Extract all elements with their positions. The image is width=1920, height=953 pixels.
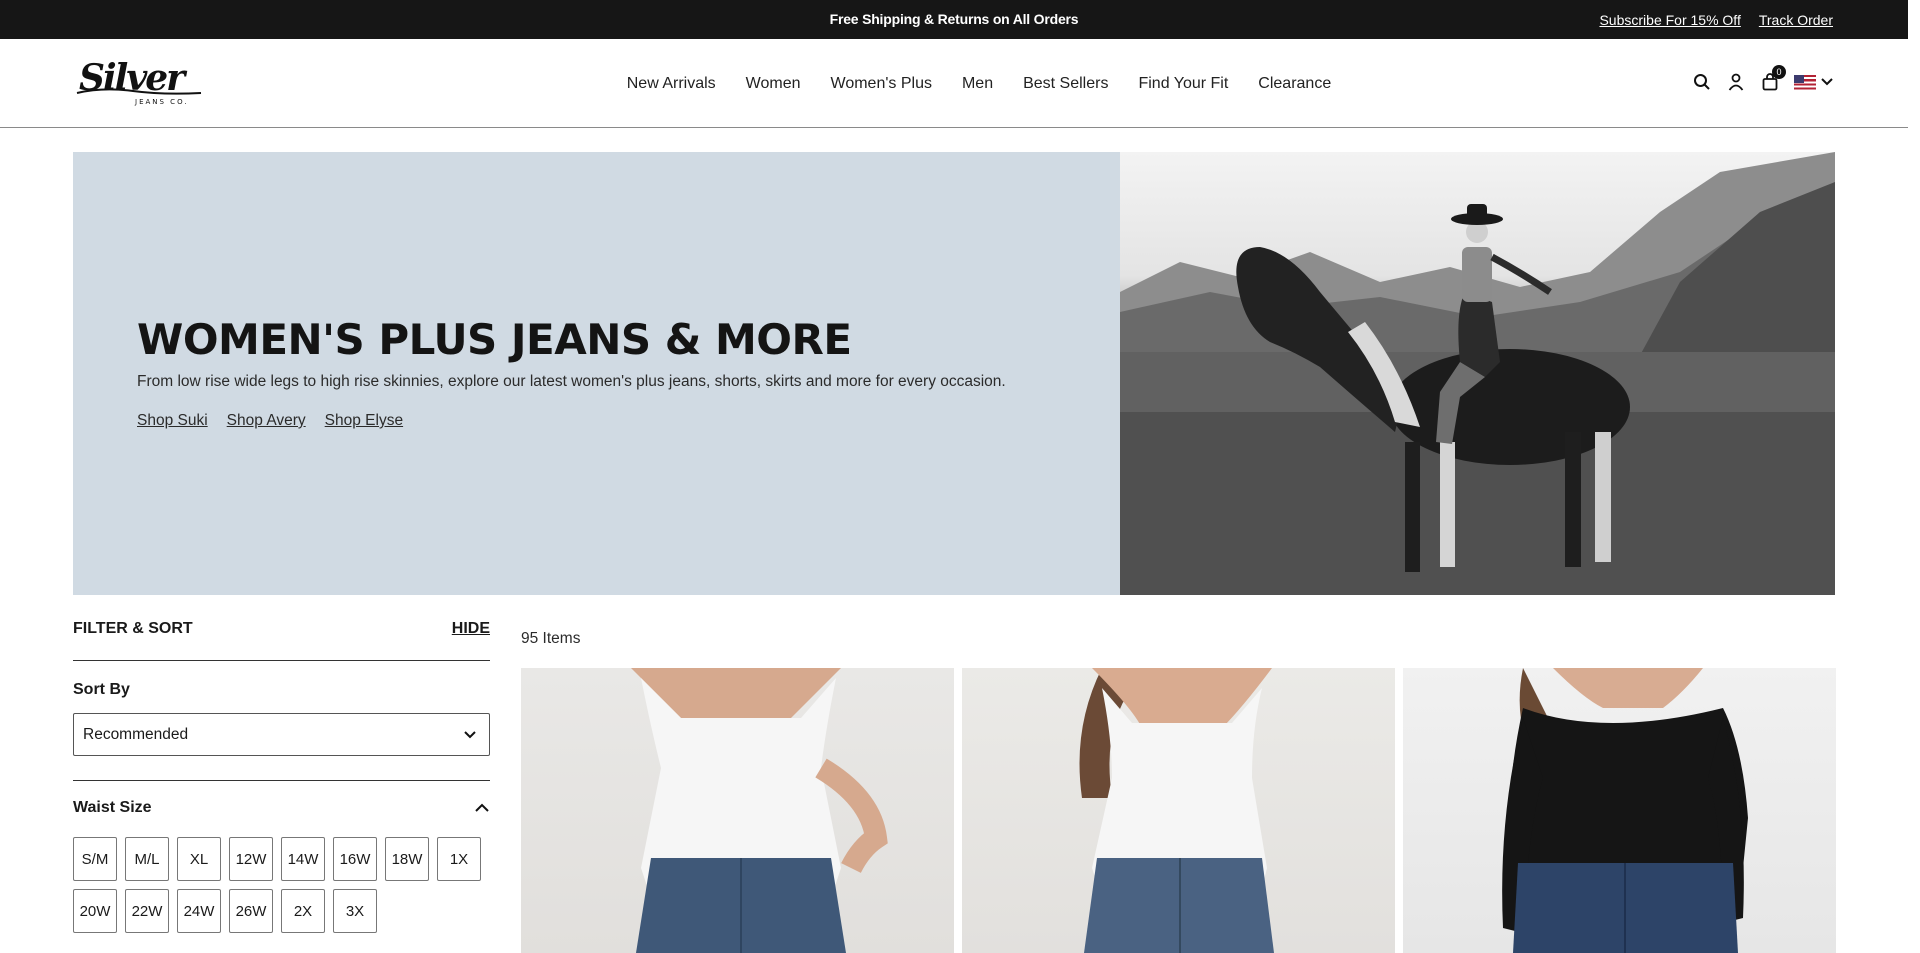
announcement-bar: Free Shipping & Returns on All Orders Su… [0, 0, 1908, 39]
nav-find-your-fit[interactable]: Find Your Fit [1138, 75, 1228, 93]
hero-links: Shop Suki Shop Avery Shop Elyse [137, 412, 403, 430]
waist-size-label: Waist Size [73, 799, 152, 816]
nav-new-arrivals[interactable]: New Arrivals [627, 75, 716, 93]
product-image-black-cowl-top-jeans [1502, 668, 1748, 953]
hero-title: WOMEN'S PLUS JEANS & MORE [137, 315, 852, 364]
size-option[interactable]: XL [177, 837, 221, 881]
subscribe-link[interactable]: Subscribe For 15% Off [1599, 12, 1740, 28]
country-selector[interactable] [1794, 74, 1834, 90]
utility-links: Subscribe For 15% Off Track Order [1599, 12, 1833, 28]
waist-size-header[interactable]: Waist Size [73, 799, 490, 817]
cart-count-badge: 0 [1772, 65, 1786, 79]
chevron-down-icon [464, 730, 476, 738]
nav-clearance[interactable]: Clearance [1258, 75, 1331, 93]
size-option[interactable]: 14W [281, 837, 325, 881]
account-icon[interactable] [1726, 71, 1746, 93]
size-option[interactable]: M/L [125, 837, 169, 881]
size-option[interactable]: 22W [125, 889, 169, 933]
hide-filters-button[interactable]: HIDE [452, 620, 490, 638]
product-card[interactable] [962, 668, 1395, 953]
hero-banner: WOMEN'S PLUS JEANS & MORE From low rise … [73, 152, 1835, 595]
sort-by-label: Sort By [73, 681, 130, 698]
size-option[interactable]: 2X [281, 889, 325, 933]
filter-sidebar: FILTER & SORT HIDE Sort By Recommended W… [73, 620, 490, 933]
size-option[interactable]: S/M [73, 837, 117, 881]
shop-avery-link[interactable]: Shop Avery [227, 412, 306, 430]
site-header: Silver JEANS CO. New Arrivals Women Wome… [0, 39, 1908, 128]
hero-text-panel: WOMEN'S PLUS JEANS & MORE From low rise … [73, 152, 1120, 595]
sort-select[interactable]: Recommended [73, 713, 490, 756]
size-option[interactable]: 24W [177, 889, 221, 933]
nav-men[interactable]: Men [962, 75, 993, 93]
us-flag-icon [1794, 74, 1816, 90]
size-option[interactable]: 18W [385, 837, 429, 881]
size-option[interactable]: 26W [229, 889, 273, 933]
cart-icon[interactable]: 0 [1760, 65, 1786, 93]
item-count: 95 Items [521, 630, 581, 647]
chevron-down-icon [1821, 78, 1833, 86]
product-image-white-tank-jeans [1079, 668, 1274, 953]
svg-text:JEANS CO.: JEANS CO. [134, 98, 189, 106]
nav-womens-plus[interactable]: Women's Plus [831, 75, 932, 93]
nav-women[interactable]: Women [746, 75, 801, 93]
main-nav: New Arrivals Women Women's Plus Men Best… [0, 75, 1908, 93]
filter-title: FILTER & SORT [73, 620, 193, 637]
product-card[interactable] [521, 668, 954, 953]
hero-image-cowgirl-horse [1120, 152, 1835, 595]
size-option[interactable]: 3X [333, 889, 377, 933]
product-image-white-tank-jeans [631, 668, 888, 953]
filter-header: FILTER & SORT HIDE [73, 620, 490, 661]
waist-size-options: S/M M/L XL 12W 14W 16W 18W 1X 20W 22W 24… [73, 837, 490, 933]
size-option[interactable]: 12W [229, 837, 273, 881]
size-option[interactable]: 20W [73, 889, 117, 933]
header-icons: 0 [1692, 65, 1834, 93]
size-option[interactable]: 1X [437, 837, 481, 881]
chevron-up-icon [475, 803, 489, 812]
shop-suki-link[interactable]: Shop Suki [137, 412, 208, 430]
shop-elyse-link[interactable]: Shop Elyse [325, 412, 403, 430]
divider [73, 780, 490, 781]
nav-best-sellers[interactable]: Best Sellers [1023, 75, 1108, 93]
hero-subtitle: From low rise wide legs to high rise ski… [137, 373, 1006, 390]
product-card[interactable] [1403, 668, 1836, 953]
search-icon[interactable] [1692, 71, 1712, 93]
track-order-link[interactable]: Track Order [1759, 12, 1833, 28]
size-option[interactable]: 16W [333, 837, 377, 881]
sort-selected-value: Recommended [83, 725, 189, 743]
